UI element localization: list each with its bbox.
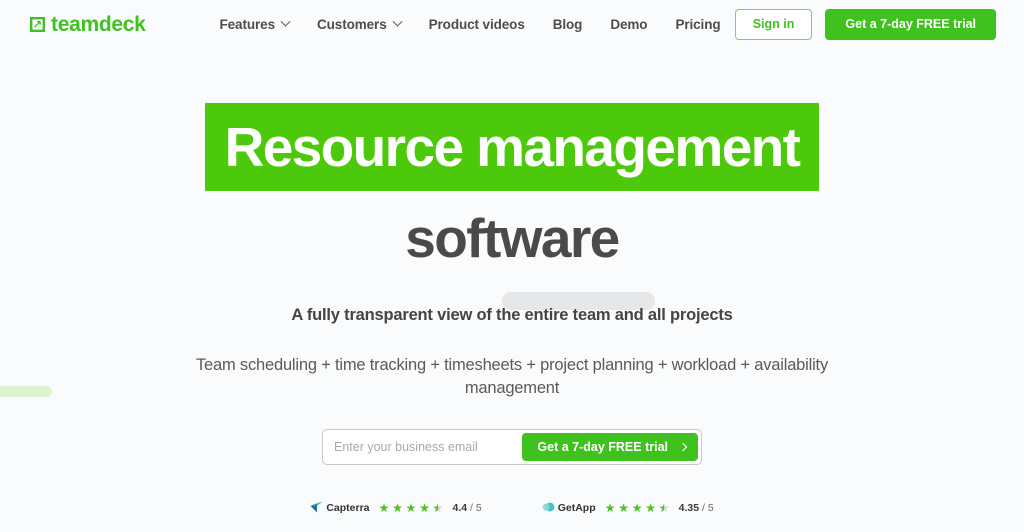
getapp-score-denominator: / 5: [702, 502, 714, 515]
nav-item-customers[interactable]: Customers: [316, 16, 403, 32]
star-half-icon: ★★: [658, 500, 670, 515]
chevron-down-icon: [280, 16, 291, 27]
nav-item-demo[interactable]: Demo: [610, 17, 647, 32]
header-actions: Sign in Get a 7-day FREE trial: [734, 8, 996, 41]
capterra-stars: ★ ★ ★ ★ ★ ★ ★ ★ ★ ★: [378, 500, 444, 515]
star-icon: ★ ★: [631, 500, 643, 515]
star-icon: ★ ★: [604, 500, 616, 515]
chevron-right-icon: [678, 442, 688, 451]
page-title: Resource management software: [0, 103, 1024, 266]
getapp-score-value: 4.35: [678, 502, 700, 515]
nav-item-blog[interactable]: Blog: [553, 17, 583, 32]
ratings-row: Capterra ★ ★ ★ ★ ★ ★ ★ ★ ★ ★ 4.4 / 5 Get…: [0, 501, 1024, 516]
capterra-icon: [310, 501, 323, 516]
nav-label: Features: [219, 17, 276, 32]
teamdeck-logo-mark-icon: [30, 17, 45, 32]
getapp-score: 4.35 / 5: [679, 502, 714, 514]
nav-item-features[interactable]: Features: [219, 16, 291, 32]
nav-label: Customers: [316, 17, 387, 32]
hero-subtitle: A fully transparent view of the entire t…: [291, 306, 733, 324]
nav-item-pricing[interactable]: Pricing: [675, 17, 720, 32]
decorative-left-bar: [0, 386, 52, 397]
capterra-score: 4.4 / 5: [453, 502, 482, 514]
star-icon: ★ ★: [378, 500, 390, 515]
nav-label: Pricing: [675, 17, 721, 32]
sign-in-button[interactable]: Sign in: [734, 8, 813, 41]
nav-label: Product videos: [428, 17, 525, 32]
headline-rest: software: [405, 207, 620, 269]
logo[interactable]: teamdeck: [30, 14, 146, 35]
chevron-down-icon: [392, 16, 403, 27]
trial-signup-form: Get a 7-day FREE trial: [322, 428, 702, 465]
star-icon: ★ ★: [645, 500, 657, 515]
nav-label: Demo: [610, 17, 648, 32]
nav-item-product-videos[interactable]: Product videos: [429, 17, 525, 32]
star-half-icon: ★★: [432, 500, 444, 515]
getapp-icon: [541, 502, 555, 515]
capterra-score-denominator: / 5: [470, 502, 482, 515]
header-free-trial-button[interactable]: Get a 7-day FREE trial: [825, 8, 996, 41]
hero-section: Resource management software A fully tra…: [0, 49, 1024, 516]
star-icon: ★ ★: [392, 500, 403, 515]
nav-label: Blog: [552, 17, 583, 32]
email-input[interactable]: [326, 439, 523, 454]
getapp-brand: GetApp: [541, 502, 596, 515]
hero-description: Team scheduling + time tracking + timesh…: [195, 356, 828, 397]
main-nav: Features Customers Product videos Blog D…: [219, 16, 721, 32]
getapp-stars: ★★ ★★ ★★ ★★ ★★: [604, 500, 670, 515]
star-icon: ★ ★: [405, 500, 417, 515]
rating-getapp[interactable]: GetApp ★★ ★★ ★★ ★★ ★★ 4.35 / 5: [541, 500, 714, 515]
form-free-trial-label: Get a 7-day FREE trial: [537, 439, 668, 454]
rating-capterra[interactable]: Capterra ★ ★ ★ ★ ★ ★ ★ ★ ★ ★ 4.4 / 5: [310, 500, 482, 516]
capterra-score-value: 4.4: [452, 502, 468, 515]
form-free-trial-button[interactable]: Get a 7-day FREE trial: [522, 432, 698, 461]
capterra-label: Capterra: [326, 502, 370, 515]
getapp-label: GetApp: [557, 502, 596, 515]
star-icon: ★ ★: [419, 500, 430, 515]
headline-highlight: Resource management: [204, 103, 820, 191]
capterra-brand: Capterra: [310, 501, 370, 516]
star-icon: ★ ★: [618, 500, 630, 515]
site-header: teamdeck Features Customers Product vide…: [0, 0, 1024, 49]
logo-text: teamdeck: [51, 13, 146, 36]
